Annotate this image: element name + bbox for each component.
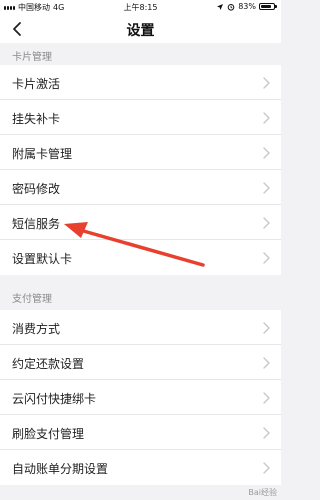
- menu-item-label: 短信服务: [12, 217, 61, 231]
- menu-item-report-loss[interactable]: 挂失补卡: [0, 100, 281, 135]
- chevron-right-icon: [263, 357, 270, 369]
- menu-item-default-card[interactable]: 设置默认卡: [0, 240, 281, 275]
- menu-item-label: 约定还款设置: [12, 357, 85, 371]
- section-title: 卡片管理: [12, 52, 52, 63]
- menu-item-label: 密码修改: [12, 182, 61, 196]
- battery-percent: 83%: [238, 2, 256, 11]
- section-header-payment-management: 支付管理: [0, 285, 281, 307]
- menu-item-label: 挂失补卡: [12, 112, 61, 126]
- menu-item-auto-installment[interactable]: 自动账单分期设置: [0, 450, 281, 485]
- chevron-right-icon: [263, 217, 270, 229]
- chevron-right-icon: [263, 147, 270, 159]
- menu-item-change-password[interactable]: 密码修改: [0, 170, 281, 205]
- menu-item-sms-service[interactable]: 短信服务: [0, 205, 281, 240]
- chevron-right-icon: [263, 427, 270, 439]
- watermark: Bai经验: [248, 488, 277, 497]
- menu-item-label: 设置默认卡: [12, 252, 73, 266]
- menu-item-label: 消费方式: [12, 322, 61, 336]
- chevron-right-icon: [263, 252, 270, 264]
- nav-bar: 设置: [0, 15, 281, 43]
- menu-item-label: 附属卡管理: [12, 147, 73, 161]
- menu-item-repayment-settings[interactable]: 约定还款设置: [0, 345, 281, 380]
- page-title: 设置: [126, 23, 155, 39]
- menu-item-label: 自动账单分期设置: [12, 462, 109, 476]
- section-title: 支付管理: [12, 294, 52, 305]
- chevron-right-icon: [263, 112, 270, 124]
- menu-item-supplementary-card[interactable]: 附属卡管理: [0, 135, 281, 170]
- payment-management-group: 消费方式 约定还款设置 云闪付快捷绑卡 刷脸支付管理 自动账单分期设置: [0, 310, 281, 485]
- status-bar: 中国移动 4G 上午8:15 83%: [0, 0, 281, 15]
- menu-item-label: 刷脸支付管理: [12, 427, 85, 441]
- menu-item-consumption-method[interactable]: 消费方式: [0, 310, 281, 345]
- menu-item-label: 云闪付快捷绑卡: [12, 392, 97, 406]
- alarm-icon: [227, 3, 235, 11]
- menu-item-label: 卡片激活: [12, 77, 61, 91]
- section-header-card-management: 卡片管理: [0, 43, 281, 65]
- chevron-right-icon: [263, 77, 270, 89]
- battery-icon: [259, 3, 277, 10]
- chevron-right-icon: [263, 462, 270, 474]
- status-right: 83%: [216, 2, 277, 11]
- location-icon: [217, 3, 224, 10]
- chevron-right-icon: [263, 322, 270, 334]
- chevron-right-icon: [263, 182, 270, 194]
- card-management-group: 卡片激活 挂失补卡 附属卡管理 密码修改 短信服务 设置默认卡: [0, 65, 281, 275]
- menu-item-card-activation[interactable]: 卡片激活: [0, 65, 281, 100]
- chevron-right-icon: [263, 392, 270, 404]
- menu-item-quickpass-binding[interactable]: 云闪付快捷绑卡: [0, 380, 281, 415]
- menu-item-face-payment[interactable]: 刷脸支付管理: [0, 415, 281, 450]
